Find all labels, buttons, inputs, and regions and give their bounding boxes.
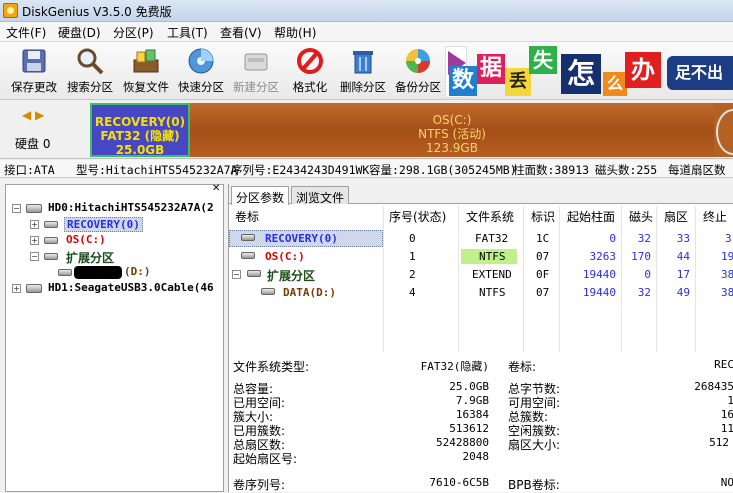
disk-map: ◀ ▶ 硬盘 0 RECOVERY(0) FAT32 (隐藏) 25.0GB O… xyxy=(0,101,733,159)
col-header-sector[interactable]: 扇区 xyxy=(664,208,688,225)
new-partition-button[interactable]: 新建分区 xyxy=(227,44,285,98)
search-partition-button[interactable]: 搜索分区 xyxy=(61,44,119,98)
ad-banner[interactable]: 数 据 丢 失 怎 么 办 足不出 xyxy=(445,44,733,100)
serial-label: 卷序列号: xyxy=(233,478,286,492)
model-info: 型号:HitachiHTS545232A7A xyxy=(76,163,238,177)
serial-value: 7610-6C5B xyxy=(429,476,489,489)
partition-icon xyxy=(241,252,255,259)
banner-char-5: 怎 xyxy=(561,54,601,94)
banner-char-7: 办 xyxy=(625,52,661,88)
title-bar: DiskGenius V3.5.0 免费版 xyxy=(0,0,733,22)
col-header-head[interactable]: 磁头 xyxy=(629,208,653,225)
save-changes-button[interactable]: 保存更改 xyxy=(5,44,63,98)
sectors-info: 每道扇区数 xyxy=(668,163,726,177)
close-panel-icon[interactable]: ✕ xyxy=(212,183,220,194)
format-button[interactable]: 格式化 xyxy=(281,44,339,98)
collapse-toggle[interactable]: − xyxy=(12,204,21,213)
col-header-fs[interactable]: 文件系统 xyxy=(466,208,514,225)
banner-char-6: 么 xyxy=(603,72,627,96)
disk-partition-recovery[interactable]: RECOVERY(0) FAT32 (隐藏) 25.0GB xyxy=(90,103,190,157)
disk-info-line: 接口:ATA 型号:HitachiHTS545232A7A 序列号:E24342… xyxy=(0,160,733,178)
banner-text: 足不出 xyxy=(667,56,733,90)
menu-help[interactable]: 帮助(H) xyxy=(272,24,318,41)
backup-icon xyxy=(403,46,433,76)
col-header-end[interactable]: 终止 xyxy=(703,208,727,225)
partition-icon xyxy=(58,269,72,276)
partition-icon xyxy=(44,253,58,260)
magnifier-icon xyxy=(75,46,105,76)
table-row[interactable]: OS(C:) 1 NTFS 07 3263 170 44 19 xyxy=(229,248,733,266)
capacity-info: 容量:298.1GB(305245MB) xyxy=(369,163,517,177)
volume-value: REC xyxy=(714,358,733,371)
banner-char-4: 失 xyxy=(529,46,557,74)
new-partition-icon xyxy=(241,46,271,76)
banner-char-2: 据 xyxy=(477,54,505,84)
menu-file[interactable]: 文件(F) xyxy=(4,24,48,41)
banner-char-3: 丢 xyxy=(505,68,531,96)
hard-disk-icon xyxy=(26,284,42,293)
disk-label: 硬盘 0 xyxy=(15,137,51,151)
tab-browse-files[interactable]: 浏览文件 xyxy=(291,186,350,205)
expand-toggle[interactable]: + xyxy=(30,220,39,229)
bpb-label: BPB卷标: xyxy=(508,478,560,492)
col-header-label[interactable]: 卷标 xyxy=(235,208,259,225)
col-header-id[interactable]: 标识 xyxy=(531,208,555,225)
menu-view[interactable]: 查看(V) xyxy=(218,24,264,41)
expand-toggle[interactable]: + xyxy=(12,284,21,293)
disk-partition-extended[interactable] xyxy=(714,103,733,157)
bpb-value: NO xyxy=(720,476,733,489)
menu-bar: 文件(F) 硬盘(D) 分区(P) 工具(T) 查看(V) 帮助(H) xyxy=(0,22,733,42)
trash-icon xyxy=(348,46,378,76)
partition-icon xyxy=(241,234,255,241)
fs-type-label: 文件系统类型: xyxy=(233,360,310,374)
interface-info: 接口:ATA xyxy=(4,163,55,177)
delete-partition-button[interactable]: 删除分区 xyxy=(334,44,392,98)
quick-partition-button[interactable]: 快速分区 xyxy=(172,44,230,98)
hard-disk-icon xyxy=(26,204,42,213)
tree-node-hd0[interactable]: − HD0:HitachiHTS545232A7A(2 xyxy=(12,201,223,217)
heads-info: 磁头数:255 xyxy=(595,163,658,177)
partition-icon xyxy=(44,237,58,244)
recover-files-button[interactable]: 恢复文件 xyxy=(117,44,175,98)
tab-partition-params[interactable]: 分区参数 xyxy=(231,186,290,205)
app-icon xyxy=(3,3,18,18)
disk-nav-arrows[interactable]: ◀ ▶ xyxy=(22,108,44,122)
fs-type-value: FAT32(隐藏) xyxy=(420,360,489,373)
table-row[interactable]: − 扩展分区 2 EXTEND 0F 19440 0 17 38 xyxy=(229,266,733,284)
partition-icon xyxy=(261,288,275,295)
collapse-toggle[interactable]: − xyxy=(232,270,241,279)
col-header-start-cyl[interactable]: 起始柱面 xyxy=(567,208,615,225)
redacted-label xyxy=(74,266,122,279)
serial-info: 序列号:E2434243D491WK xyxy=(231,163,370,177)
partition-panel: 分区参数 浏览文件 卷标 序号(状态) 文件系统 标识 起始柱面 磁头 扇区 终… xyxy=(228,184,733,492)
col-header-index[interactable]: 序号(状态) xyxy=(389,208,446,225)
backup-partition-button[interactable]: 备份分区 xyxy=(389,44,447,98)
recover-files-icon xyxy=(131,46,161,76)
window-title: DiskGenius V3.5.0 免费版 xyxy=(22,5,172,19)
volume-label: 卷标: xyxy=(508,360,537,374)
format-icon xyxy=(295,46,325,76)
save-icon xyxy=(19,46,49,76)
banner-char-1: 数 xyxy=(449,66,477,96)
cylinders-info: 柱面数:38913 xyxy=(513,163,590,177)
partition-table: 卷标 序号(状态) 文件系统 标识 起始柱面 磁头 扇区 终止 RECOVERY… xyxy=(229,206,733,366)
quick-partition-icon xyxy=(186,46,216,76)
disk-tree: − HD0:HitachiHTS545232A7A(2 + RECOVERY(0… xyxy=(5,184,224,492)
table-row[interactable]: RECOVERY(0) 0 FAT32 1C 0 32 33 3 xyxy=(229,230,733,248)
partition-icon xyxy=(247,270,261,277)
menu-tools[interactable]: 工具(T) xyxy=(165,24,210,41)
menu-disk[interactable]: 硬盘(D) xyxy=(56,24,103,41)
collapse-toggle[interactable]: − xyxy=(30,252,39,261)
partition-icon xyxy=(44,221,58,228)
partition-details: 文件系统类型: FAT32(隐藏) 卷标: REC 总容量: 25.0GB 已用… xyxy=(229,352,733,492)
tab-bar: 分区参数 浏览文件 xyxy=(229,184,733,205)
disk-partition-os[interactable]: OS(C:) NTFS (活动) 123.9GB xyxy=(190,103,714,157)
expand-toggle[interactable]: + xyxy=(30,236,39,245)
table-row[interactable]: DATA(D:) 4 NTFS 07 19440 32 49 38 xyxy=(229,284,733,302)
menu-partition[interactable]: 分区(P) xyxy=(111,24,156,41)
